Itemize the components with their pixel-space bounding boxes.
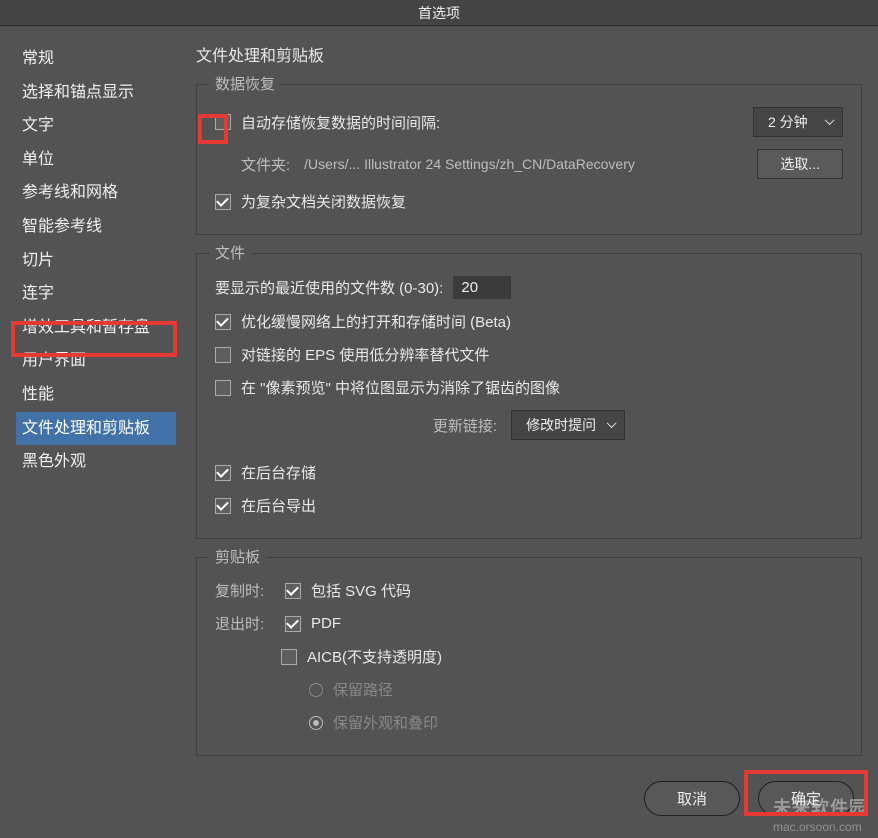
include-svg-label: 包括 SVG 代码 xyxy=(311,580,411,601)
choose-folder-button[interactable]: 选取... xyxy=(757,149,843,179)
pdf-label: PDF xyxy=(311,615,341,632)
sidebar-item-ui[interactable]: 用户界面 xyxy=(16,344,176,378)
optimize-network-checkbox[interactable] xyxy=(215,314,231,330)
sidebar-item-black-appearance[interactable]: 黑色外观 xyxy=(16,445,176,479)
recent-files-label: 要显示的最近使用的文件数 (0-30): xyxy=(215,277,443,298)
sidebar-item-smart-guides[interactable]: 智能参考线 xyxy=(16,210,176,244)
autosave-interval-select[interactable]: 2 分钟 xyxy=(753,107,843,137)
eps-lowres-checkbox[interactable] xyxy=(215,347,231,363)
window-title: 首选项 xyxy=(418,5,460,21)
page-title: 文件处理和剪贴板 xyxy=(196,42,862,66)
window-titlebar: 首选项 xyxy=(0,0,878,26)
sidebar-item-general[interactable]: 常规 xyxy=(16,42,176,76)
sidebar-item-plugins-scratch[interactable]: 增效工具和暂存盘 xyxy=(16,311,176,345)
bg-save-checkbox[interactable] xyxy=(215,465,231,481)
aicb-checkbox[interactable] xyxy=(281,649,297,665)
include-svg-checkbox[interactable] xyxy=(285,583,301,599)
update-links-select[interactable]: 修改时提问 xyxy=(511,410,625,440)
section-title-recovery: 数据恢复 xyxy=(209,73,281,94)
sidebar-item-selection-anchor[interactable]: 选择和锚点显示 xyxy=(16,76,176,110)
sidebar-item-file-clipboard[interactable]: 文件处理和剪贴板 xyxy=(16,412,176,446)
sidebar-item-performance[interactable]: 性能 xyxy=(16,378,176,412)
autosave-checkbox[interactable] xyxy=(215,114,231,130)
sidebar-item-slices[interactable]: 切片 xyxy=(16,244,176,278)
disable-complex-recovery-checkbox[interactable] xyxy=(215,194,231,210)
chevron-down-icon xyxy=(606,422,614,430)
section-clipboard: 剪贴板 复制时: 包括 SVG 代码 退出时: PDF AICB(不支持透明度)… xyxy=(196,557,862,756)
quit-label: 退出时: xyxy=(215,613,271,634)
sidebar-item-type[interactable]: 文字 xyxy=(16,109,176,143)
cancel-button[interactable]: 取消 xyxy=(644,781,740,816)
preserve-appearance-radio[interactable] xyxy=(309,716,323,730)
update-links-label: 更新链接: xyxy=(433,415,497,436)
recovery-folder-path: /Users/... Illustrator 24 Settings/zh_CN… xyxy=(304,156,635,172)
preserve-paths-label: 保留路径 xyxy=(333,679,393,700)
section-title-files: 文件 xyxy=(209,242,251,263)
bg-export-checkbox[interactable] xyxy=(215,498,231,514)
bg-export-label: 在后台导出 xyxy=(241,495,316,516)
preferences-sidebar: 常规 选择和锚点显示 文字 单位 参考线和网格 智能参考线 切片 连字 增效工具… xyxy=(16,42,176,774)
sidebar-item-units[interactable]: 单位 xyxy=(16,143,176,177)
copy-label: 复制时: xyxy=(215,580,271,601)
section-files: 文件 要显示的最近使用的文件数 (0-30): 优化缓慢网络上的打开和存储时间 … xyxy=(196,253,862,539)
preserve-appearance-label: 保留外观和叠印 xyxy=(333,712,438,733)
section-title-clipboard: 剪贴板 xyxy=(209,546,266,567)
aicb-label: AICB(不支持透明度) xyxy=(307,646,442,667)
bg-save-label: 在后台存储 xyxy=(241,462,316,483)
disable-complex-recovery-label: 为复杂文档关闭数据恢复 xyxy=(241,191,406,212)
sidebar-item-guides-grid[interactable]: 参考线和网格 xyxy=(16,176,176,210)
pixel-preview-antialias-label: 在 "像素预览" 中将位图显示为消除了锯齿的图像 xyxy=(241,377,560,398)
watermark: 未来软件园 mac.orsoon.com xyxy=(773,794,868,834)
sidebar-item-hyphenation[interactable]: 连字 xyxy=(16,277,176,311)
pdf-checkbox[interactable] xyxy=(285,616,301,632)
preserve-paths-radio[interactable] xyxy=(309,683,323,697)
chevron-down-icon xyxy=(824,119,832,127)
eps-lowres-label: 对链接的 EPS 使用低分辨率替代文件 xyxy=(241,344,489,365)
optimize-network-label: 优化缓慢网络上的打开和存储时间 (Beta) xyxy=(241,311,511,332)
pixel-preview-antialias-checkbox[interactable] xyxy=(215,380,231,396)
section-data-recovery: 数据恢复 自动存储恢复数据的时间间隔: 2 分钟 文件夹: /Users/...… xyxy=(196,84,862,235)
recent-files-input[interactable] xyxy=(453,276,511,299)
folder-label: 文件夹: xyxy=(241,154,290,175)
autosave-label: 自动存储恢复数据的时间间隔: xyxy=(241,112,440,133)
